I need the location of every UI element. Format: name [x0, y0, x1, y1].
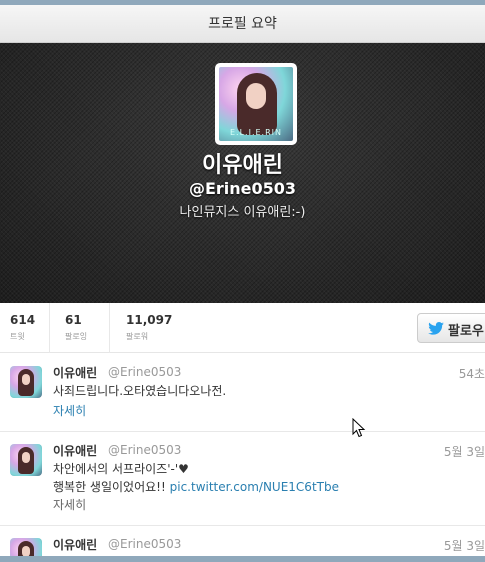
avatar-face-shape: [22, 452, 30, 463]
profile-avatar[interactable]: E.L.I.E.RIN: [215, 63, 297, 145]
stat-followers[interactable]: 11,097 팔로워: [110, 303, 210, 353]
tweet-pic-link[interactable]: pic.twitter.com/NUE1C6tTbe: [170, 480, 339, 494]
stat-tweets[interactable]: 614 트윗: [0, 303, 50, 353]
tweet-timestamp[interactable]: 54초: [459, 365, 485, 382]
stat-followers-label: 팔로워: [126, 332, 149, 341]
profile-bio: 나인뮤지스 이유애린:-): [179, 205, 306, 220]
tweet-author-name[interactable]: 이유애린: [53, 442, 97, 459]
tweet-author-name[interactable]: 이유애린: [53, 364, 97, 381]
avatar-face-shape: [22, 374, 30, 385]
tweet-expand-link[interactable]: 자세히: [53, 496, 86, 513]
tweet-avatar[interactable]: [10, 444, 42, 476]
tweet-text-line-1: 차안에서의 서프라이즈'-'♥: [53, 462, 189, 476]
stat-following[interactable]: 61 팔로잉: [50, 303, 110, 353]
stat-following-count: 61: [65, 313, 82, 327]
tweet-author-name[interactable]: 이유애린: [53, 536, 97, 553]
stat-tweets-label: 트윗: [10, 332, 25, 341]
profile-handle[interactable]: @Erine0503: [0, 179, 485, 198]
stat-followers-count: 11,097: [126, 313, 173, 327]
tweet-author-handle[interactable]: @Erine0503: [108, 443, 181, 457]
profile-name: 이유애린: [202, 153, 283, 178]
tweet-item[interactable]: 이유애린 @Erine0503 54초 사죄드립니다.오타였습니다오나전. 자세…: [0, 354, 485, 432]
bottom-frame-border: [0, 556, 485, 562]
tweet-author-handle[interactable]: @Erine0503: [108, 537, 181, 551]
avatar-image: E.L.I.E.RIN: [219, 67, 293, 141]
mouse-cursor-icon: [352, 418, 366, 438]
tweet-text-line-2-body: 행복한 생일이었어요!!: [53, 480, 170, 494]
twitter-bird-icon: [428, 322, 444, 335]
tweet-author-handle[interactable]: @Erine0503: [108, 365, 181, 379]
tweet-avatar[interactable]: [10, 366, 42, 398]
follow-button-label: 팔로우: [448, 324, 484, 339]
tweet-timestamp[interactable]: 5월 3일: [444, 443, 485, 460]
tweet-text: 사죄드립니다.오타였습니다오나전.: [53, 384, 227, 398]
avatar-face-shape: [246, 83, 266, 109]
tweet-expand-link[interactable]: 자세히: [53, 402, 86, 419]
tweet-text-line-2: 행복한 생일이었어요!! pic.twitter.com/NUE1C6tTbe: [53, 478, 473, 496]
tweet-item[interactable]: 이유애린 @Erine0503 5월 3일 차안에서의 서프라이즈'-'♥ 행복…: [0, 432, 485, 526]
profile-stats-bar: 614 트윗 61 팔로잉 11,097 팔로워 팔로우: [0, 303, 485, 353]
avatar-watermark: E.L.I.E.RIN: [230, 128, 282, 137]
stat-following-label: 팔로잉: [65, 332, 88, 341]
tweet-text: 차안에서의 서프라이즈'-'♥ 행복한 생일이었어요!! pic.twitter…: [53, 460, 473, 496]
stat-tweets-count: 614: [10, 313, 36, 327]
profile-header: E.L.I.E.RIN 이유애린 @Erine0503 나인뮤지스 이유애린:-…: [0, 43, 485, 303]
tweet-timestamp[interactable]: 5월 3일: [444, 537, 485, 554]
page-title: 프로필 요약: [0, 5, 485, 43]
follow-button[interactable]: 팔로우: [417, 313, 485, 343]
